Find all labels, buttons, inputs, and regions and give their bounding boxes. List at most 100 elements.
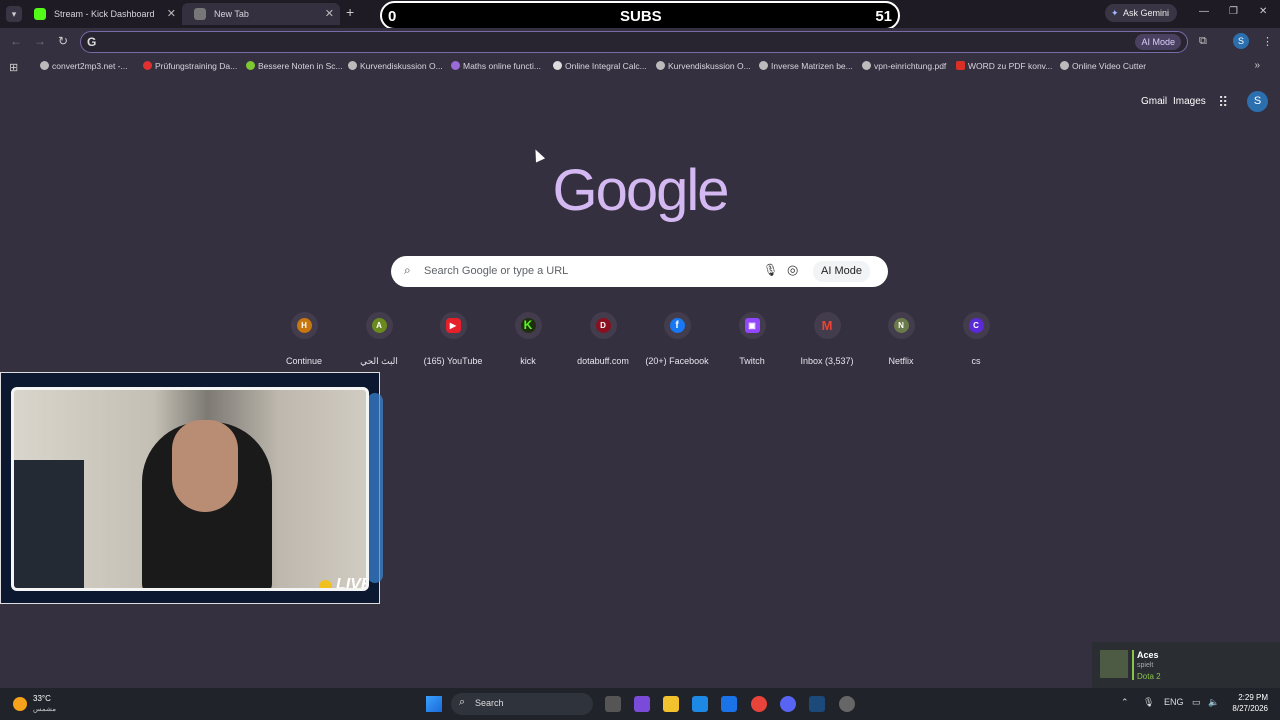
- restore-icon[interactable]: ❐: [1229, 6, 1238, 17]
- google-search-box[interactable]: ⌕ Search Google or type a URL 🎙 ◎ AI Mod…: [391, 256, 888, 287]
- tray-overflow-icon[interactable]: ⌃: [1121, 697, 1129, 708]
- obs-icon[interactable]: [839, 696, 855, 712]
- shortcut-tile[interactable]: H Continue: [267, 312, 341, 366]
- bookmark-item[interactable]: Online Video Cutter: [1060, 61, 1146, 71]
- google-account-avatar[interactable]: S: [1247, 91, 1268, 112]
- shortcut-tile[interactable]: M Inbox (3,537): [790, 312, 864, 366]
- shortcut-circle: C: [962, 312, 990, 339]
- bookmark-c-icon: [143, 61, 152, 70]
- google-lens-icon[interactable]: ◎: [787, 262, 798, 278]
- shortcut-tile[interactable]: N Netflix: [864, 312, 938, 366]
- shortcut-tile[interactable]: f (20+) Facebook: [640, 312, 714, 366]
- shortcut-label: Twitch: [739, 356, 765, 366]
- system-clock[interactable]: 2:29 PM 8/27/2026: [1228, 693, 1268, 713]
- volume-icon[interactable]: 🔈: [1208, 697, 1219, 708]
- tab-title: New Tab: [214, 9, 249, 19]
- more-menu-icon[interactable]: ⋮: [1262, 35, 1273, 48]
- search-input[interactable]: Search Google or type a URL: [424, 265, 568, 277]
- sun-weather-icon[interactable]: [13, 697, 27, 711]
- images-link[interactable]: Images: [1173, 96, 1206, 107]
- new-tab-button[interactable]: +: [346, 4, 354, 20]
- steam-icon[interactable]: [809, 696, 825, 712]
- search-icon: ⌕: [459, 696, 466, 708]
- bookmark-item[interactable]: Bessere Noten in Sc...: [246, 61, 343, 71]
- task-view-icon[interactable]: [605, 696, 621, 712]
- shortcut-label: البث الحي: [360, 356, 398, 366]
- microphone-tray-icon[interactable]: 🎙: [1143, 697, 1154, 708]
- bookmark-item[interactable]: Inverse Matrizen be...: [759, 61, 853, 71]
- gmail-link[interactable]: Gmail: [1141, 96, 1167, 107]
- kick-icon: K: [520, 318, 536, 333]
- webcam-video: LIVE: [11, 387, 369, 591]
- live-badge: LIVE: [336, 576, 369, 591]
- subs-right-count: 51: [875, 8, 892, 25]
- shortcut-tile[interactable]: C cs: [939, 312, 1013, 366]
- webcam-overlay: LIVE: [0, 372, 383, 604]
- shortcut-circle: A: [365, 312, 393, 339]
- shortcut-label: dotabuff.com: [577, 356, 629, 366]
- forward-arrow-icon[interactable]: →: [34, 34, 46, 48]
- taskbar-search[interactable]: ⌕ Search: [451, 693, 593, 715]
- bookmark-pdf-icon: [956, 61, 965, 70]
- back-arrow-icon[interactable]: ←: [10, 34, 22, 48]
- apps-grid-icon[interactable]: ⊞: [9, 61, 18, 74]
- chrome-icon[interactable]: [751, 696, 767, 712]
- weather-temperature[interactable]: 33°C: [33, 694, 51, 703]
- google-apps-icon[interactable]: ⠿: [1218, 94, 1228, 111]
- reload-icon[interactable]: ↻: [58, 34, 68, 48]
- microsoft-store-icon[interactable]: [692, 696, 708, 712]
- shortcut-circle: ▣: [738, 312, 766, 339]
- close-window-icon[interactable]: ✕: [1259, 6, 1267, 17]
- file-explorer-icon[interactable]: [663, 696, 679, 712]
- network-icon[interactable]: ▭: [1192, 697, 1201, 708]
- tab-kick-dashboard[interactable]: Stream - Kick Dashboard ✕: [22, 3, 182, 25]
- live-indicator-icon: [319, 580, 332, 588]
- copilot-icon[interactable]: [634, 696, 650, 712]
- shortcut-tile[interactable]: D dotabuff.com: [566, 312, 640, 366]
- bookmark-item[interactable]: Online Integral Calc...: [553, 61, 647, 71]
- shortcut-tile[interactable]: K kick: [491, 312, 565, 366]
- clock-time: 2:29 PM: [1238, 693, 1268, 702]
- minimize-icon[interactable]: —: [1199, 6, 1209, 17]
- bookmark-item[interactable]: Kurvendiskussion O...: [348, 61, 443, 71]
- language-indicator[interactable]: ENG: [1164, 697, 1184, 707]
- profile-avatar-button[interactable]: S: [1233, 33, 1249, 49]
- tab-search-button[interactable]: ▾: [6, 6, 22, 22]
- shortcut-tile[interactable]: A البث الحي: [342, 312, 416, 367]
- bookmark-item[interactable]: convert2mp3.net -...: [40, 61, 128, 71]
- omnibox-ai-mode-button[interactable]: AI Mode: [1135, 34, 1181, 50]
- close-tab-icon[interactable]: ✕: [167, 3, 176, 25]
- bookmark-item[interactable]: Kurvendiskussion O...: [656, 61, 751, 71]
- tab-new-tab[interactable]: New Tab ✕: [182, 3, 340, 25]
- windows-start-icon[interactable]: [426, 696, 442, 712]
- mail-icon[interactable]: [721, 696, 737, 712]
- shortcut-tile[interactable]: ▶ (165) YouTube: [416, 312, 490, 366]
- shortcut-tile[interactable]: ▣ Twitch: [715, 312, 789, 366]
- gemini-spark-icon: ✦: [1111, 8, 1119, 18]
- clock-date: 8/27/2026: [1232, 704, 1268, 713]
- ask-gemini-button[interactable]: ✦ Ask Gemini: [1105, 4, 1178, 22]
- bookmark-scissors-icon: [1060, 61, 1069, 70]
- friend-activity-notification[interactable]: Aces spielt Dota 2: [1092, 642, 1280, 688]
- bookmark-item[interactable]: vpn-einrichtung.pdf: [862, 61, 946, 71]
- extensions-puzzle-icon[interactable]: ⧉: [1199, 35, 1207, 48]
- ai-mode-button[interactable]: AI Mode: [813, 261, 870, 282]
- shortcut-circle: D: [589, 312, 617, 339]
- discord-icon[interactable]: [780, 696, 796, 712]
- bookmark-label: Prüfungstraining Da...: [155, 61, 238, 71]
- close-tab-icon[interactable]: ✕: [325, 3, 334, 25]
- bookmark-item[interactable]: WORD zu PDF konv...: [956, 61, 1052, 71]
- subs-left-count: 0: [388, 8, 397, 25]
- bookmarks-overflow-icon[interactable]: »: [1254, 60, 1260, 71]
- address-bar[interactable]: G AI Mode: [80, 31, 1188, 53]
- facebook-icon: f: [669, 318, 685, 333]
- friend-game: Dota 2: [1137, 672, 1161, 681]
- bookmark-item[interactable]: Maths online functi...: [451, 61, 541, 71]
- webcam-frame-glow: [367, 393, 383, 583]
- ai-mode-label: AI Mode: [1141, 37, 1175, 47]
- microphone-icon[interactable]: 🎙: [763, 263, 778, 277]
- mouse-cursor-icon: [530, 147, 546, 163]
- bookmark-item[interactable]: Prüfungstraining Da...: [143, 61, 237, 71]
- bookmark-globe-icon: [40, 61, 49, 70]
- bookmark-label: Online Integral Calc...: [565, 61, 647, 71]
